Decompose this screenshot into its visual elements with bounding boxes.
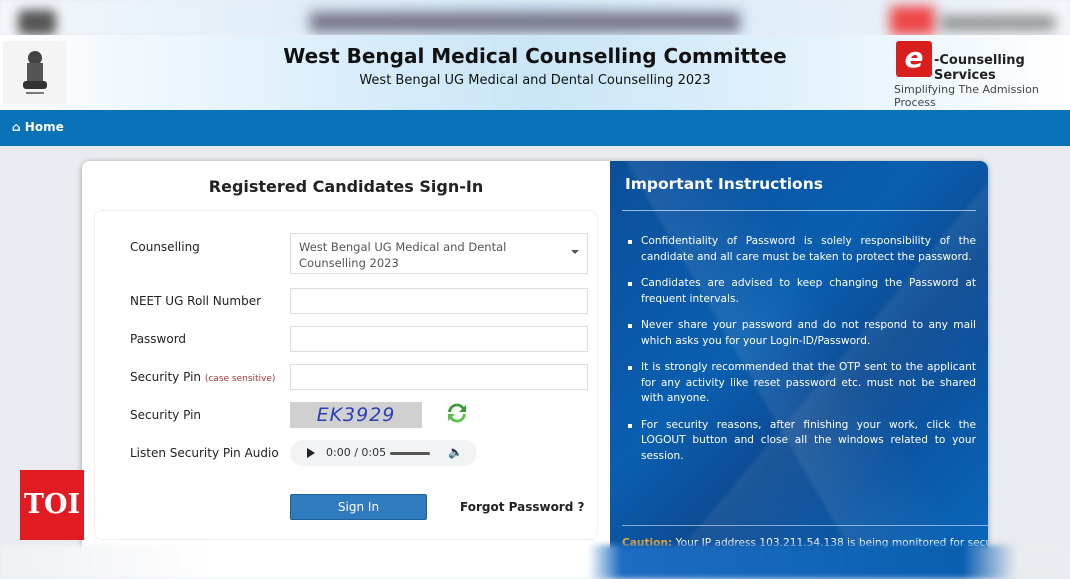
roll-number-input[interactable] bbox=[290, 288, 588, 314]
case-sensitive-note: (case sensitive) bbox=[204, 374, 276, 384]
signin-card: Registered Candidates Sign-In Counsellin… bbox=[82, 161, 988, 561]
audio-label: Listen Security Pin Audio bbox=[130, 446, 279, 460]
roll-number-label: NEET UG Roll Number bbox=[130, 294, 262, 308]
captcha-image: EK3929 bbox=[290, 402, 422, 428]
audio-progress-slider[interactable] bbox=[390, 452, 430, 455]
captcha-label: Security Pin bbox=[130, 408, 202, 422]
refresh-captcha-icon[interactable] bbox=[444, 400, 470, 426]
forgot-password-link[interactable]: Forgot Password ? bbox=[460, 500, 584, 514]
instructions-title: Important Instructions bbox=[625, 175, 823, 193]
list-item: Never share your password and do not res… bbox=[628, 318, 976, 349]
captcha-audio-player[interactable]: 0:00 / 0:05 🔈 bbox=[290, 440, 477, 466]
list-item: Confidentiality of Password is solely re… bbox=[628, 234, 976, 265]
blurred-banner bbox=[0, 0, 1070, 35]
password-label: Password bbox=[130, 332, 187, 346]
divider bbox=[622, 210, 976, 211]
signin-panel: Registered Candidates Sign-In Counsellin… bbox=[82, 161, 610, 561]
home-icon: ⌂ bbox=[12, 120, 21, 134]
instructions-panel: Important Instructions Confidentiality o… bbox=[610, 161, 988, 561]
counselling-select[interactable]: West Bengal UG Medical and Dental Counse… bbox=[290, 233, 588, 274]
chevron-down-icon bbox=[571, 250, 579, 254]
instructions-list: Confidentiality of Password is solely re… bbox=[628, 234, 976, 475]
play-icon[interactable] bbox=[307, 448, 315, 458]
blurred-footer bbox=[0, 545, 1070, 579]
list-item: For security reasons, after finishing yo… bbox=[628, 418, 976, 465]
password-input[interactable] bbox=[290, 326, 588, 352]
list-item: It is strongly recommended that the OTP … bbox=[628, 360, 976, 407]
nav-home-link[interactable]: ⌂ Home bbox=[12, 120, 64, 134]
volume-icon[interactable]: 🔈 bbox=[448, 445, 463, 459]
sign-in-button[interactable]: Sign In bbox=[290, 494, 427, 520]
counselling-label: Counselling bbox=[130, 240, 200, 254]
list-item: Candidates are advised to keep changing … bbox=[628, 276, 976, 307]
audio-time: 0:00 / 0:05 bbox=[326, 446, 387, 459]
e-counselling-logo: e -Counselling Services Simplifying The … bbox=[894, 41, 1039, 109]
site-header: West Bengal Medical Counselling Committe… bbox=[0, 35, 1070, 110]
signin-form: Counselling West Bengal UG Medical and D… bbox=[94, 210, 598, 540]
signin-title: Registered Candidates Sign-In bbox=[208, 177, 484, 196]
main-nav: ⌂ Home bbox=[0, 110, 1070, 146]
security-pin-input[interactable] bbox=[290, 364, 588, 390]
security-pin-label: Security Pin (case sensitive) bbox=[130, 370, 276, 384]
divider bbox=[622, 525, 988, 526]
toi-watermark-logo: TOI bbox=[20, 470, 84, 540]
